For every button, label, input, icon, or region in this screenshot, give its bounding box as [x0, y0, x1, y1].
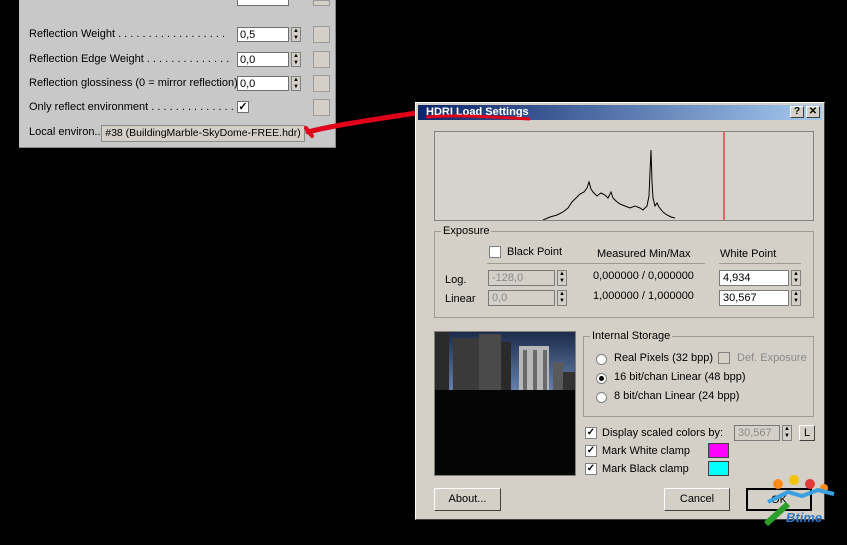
mark-white-clamp-label: Mark White clamp — [602, 445, 691, 457]
close-button[interactable]: ✕ — [806, 106, 820, 118]
reflection-weight-field[interactable]: 0,5 — [237, 27, 289, 42]
mark-black-clamp-label: Mark Black clamp — [602, 463, 689, 475]
measured-linear-value: 1,000000 / 1,000000 — [593, 290, 694, 302]
linear-label: Linear — [445, 293, 476, 305]
about-button[interactable]: About... — [434, 488, 501, 511]
reflection-glossiness-label: Reflection glossiness (0 = mirror reflec… — [29, 77, 250, 89]
local-environ-map-button[interactable]: #38 (BuildingMarble-SkyDome-FREE.hdr) — [101, 125, 305, 142]
white-point-linear-field[interactable]: 30,567 — [719, 290, 789, 306]
internal-storage-group: Internal Storage Real Pixels (32 bpp) De… — [583, 330, 814, 417]
l-button[interactable]: L — [799, 425, 815, 441]
reflection-glossiness-map-button[interactable] — [313, 75, 330, 92]
white-point-log-spinner[interactable]: ▲ ▼ — [791, 270, 801, 286]
histogram-panel[interactable] — [434, 131, 814, 221]
reflection-edge-weight-field[interactable]: 0,0 — [237, 52, 289, 67]
16bit-linear-label: 16 bit/chan Linear (48 bpp) — [614, 371, 746, 383]
real-pixels-label: Real Pixels (32 bpp) — [614, 352, 714, 364]
reflection-weight-spinner[interactable]: ▲ ▼ — [291, 27, 301, 42]
only-reflect-environment-checkbox[interactable]: ✓ — [237, 101, 249, 113]
btime-watermark-logo: Btime — [758, 474, 844, 534]
black-point-label: Black Point — [507, 246, 563, 258]
reflection-edge-weight-label: Reflection Edge Weight . . . . . . . . .… — [29, 53, 230, 65]
black-point-checkbox[interactable] — [489, 246, 501, 258]
divider — [487, 263, 583, 264]
red-underline-annotation — [425, 114, 531, 121]
radio-8bit-linear[interactable] — [596, 392, 607, 403]
partial-map-button-top[interactable] — [313, 0, 330, 6]
exposure-group-title: Exposure — [441, 225, 492, 237]
mark-white-clamp-checkbox[interactable]: ✓ — [585, 445, 597, 457]
mark-black-clamp-checkbox[interactable]: ✓ — [585, 463, 597, 475]
divider — [583, 263, 705, 264]
log-label: Log. — [445, 274, 467, 286]
reflection-edge-weight-spinner[interactable]: ▲ ▼ — [291, 52, 301, 67]
divider — [719, 263, 801, 264]
material-reflection-panel: Reflection Weight . . . . . . . . . . . … — [19, 0, 336, 148]
white-clamp-color-swatch[interactable] — [708, 443, 729, 458]
reflection-weight-label: Reflection Weight . . . . . . . . . . . … — [29, 28, 226, 40]
black-point-log-spinner[interactable]: ▲ ▼ — [557, 270, 567, 286]
hdri-load-settings-dialog: HDRI Load Settings ? ✕ Exposure Black Po… — [415, 102, 825, 520]
def-exposure-checkbox[interactable] — [718, 352, 730, 364]
partial-spinner-top — [237, 0, 289, 6]
reflection-glossiness-field[interactable]: 0,0 — [237, 76, 289, 91]
def-exposure-label: Def. Exposure — [737, 352, 807, 364]
display-scaled-field[interactable]: 30,567 — [734, 425, 780, 441]
display-scaled-spinner[interactable]: ▲ ▼ — [782, 425, 792, 441]
black-clamp-color-swatch[interactable] — [708, 461, 729, 476]
only-reflect-environment-label: Only reflect environment . . . . . . . .… — [29, 101, 240, 113]
exposure-group: Exposure Black Point Measured Min/Max Wh… — [434, 225, 814, 318]
reflection-weight-map-button[interactable] — [313, 26, 330, 43]
measured-min-max-label: Measured Min/Max — [597, 248, 691, 260]
radio-real-pixels[interactable] — [596, 354, 607, 365]
internal-storage-title: Internal Storage — [590, 330, 673, 342]
white-point-label: White Point — [720, 248, 777, 260]
help-button[interactable]: ? — [790, 106, 804, 118]
display-scaled-checkbox[interactable]: ✓ — [585, 427, 597, 439]
skyline-thumbnail — [435, 332, 575, 475]
reflection-edge-weight-map-button[interactable] — [313, 51, 330, 68]
white-point-linear-spinner[interactable]: ▲ ▼ — [791, 290, 801, 306]
black-point-log-field[interactable]: -128,0 — [488, 270, 555, 286]
8bit-linear-label: 8 bit/chan Linear (24 bpp) — [614, 390, 740, 402]
hdri-preview-image — [434, 331, 576, 476]
black-point-linear-field[interactable]: 0,0 — [488, 290, 555, 306]
cancel-button[interactable]: Cancel — [664, 488, 730, 511]
reflection-glossiness-spinner[interactable]: ▲ ▼ — [291, 76, 301, 91]
histogram-graph — [542, 132, 725, 221]
watermark-figures — [763, 475, 835, 527]
white-point-log-field[interactable]: 4,934 — [719, 270, 789, 286]
black-point-linear-spinner[interactable]: ▲ ▼ — [557, 290, 567, 306]
radio-16bit-linear[interactable] — [596, 373, 607, 384]
measured-log-value: 0,000000 / 0,000000 — [593, 270, 694, 282]
watermark-text: Btime — [786, 510, 823, 525]
local-environ-label: Local environ... — [29, 126, 104, 138]
display-scaled-label: Display scaled colors by: — [602, 427, 724, 439]
